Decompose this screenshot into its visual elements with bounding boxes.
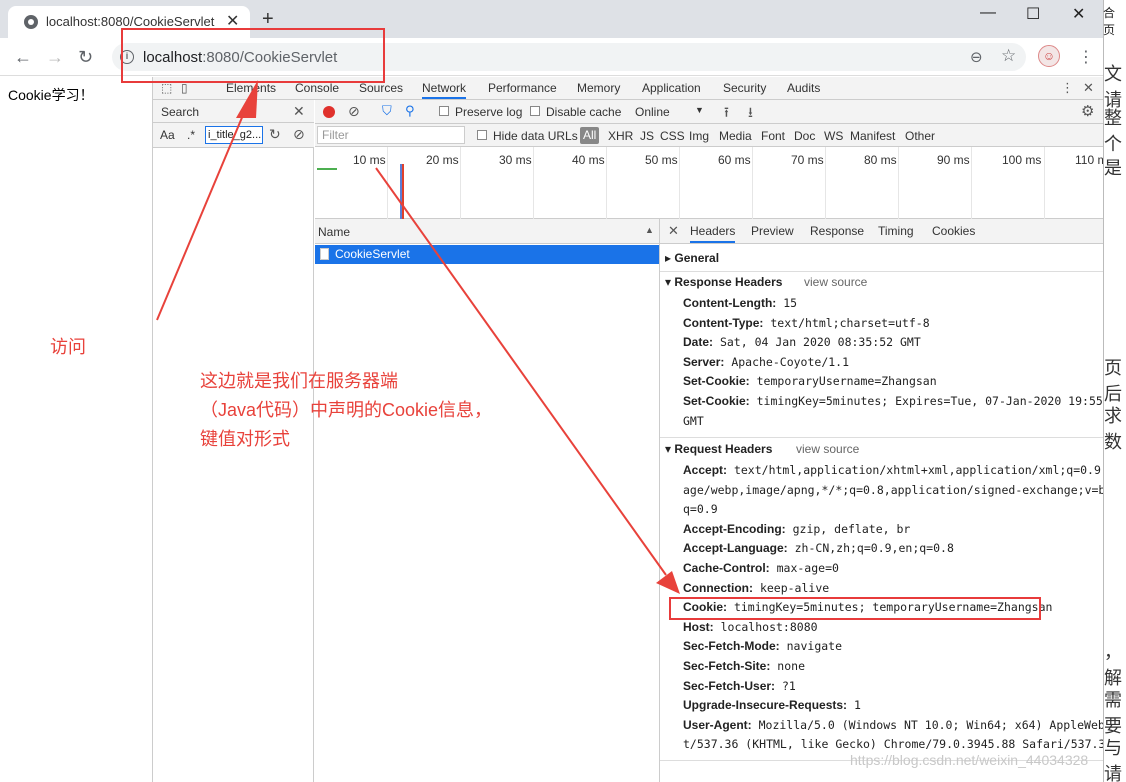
arrow-cookie-line: [375, 167, 667, 576]
screenshot-root: localhost:8080/CookieServlet ✕ + — ☐ ✕ ←…: [0, 0, 1126, 782]
arrow-cookie-head: [656, 571, 680, 594]
annotation-arrows: [156, 80, 680, 594]
watermark: https://blog.csdn.net/weixin_44034328: [850, 752, 1089, 768]
arrow-visit-line: [156, 107, 247, 321]
arrow-visit-head: [236, 80, 258, 118]
